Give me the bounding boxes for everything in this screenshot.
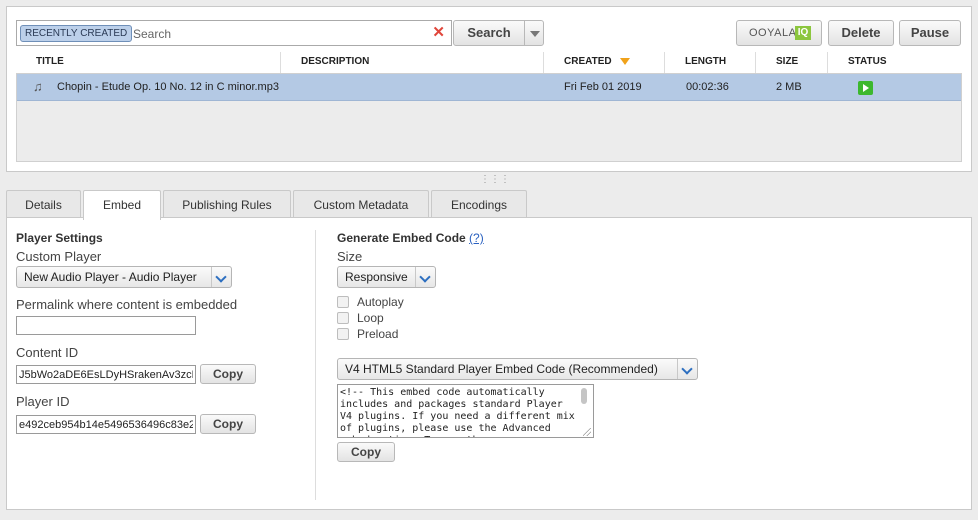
table-header: TITLE DESCRIPTION CREATED LENGTH SIZE ST… bbox=[16, 52, 962, 73]
panel-resize-handle[interactable]: ⋮⋮⋮ bbox=[480, 175, 510, 185]
help-link[interactable]: (?) bbox=[469, 231, 484, 245]
embed-panel: Player Settings Custom Player New Audio … bbox=[6, 217, 972, 510]
autoplay-label: Autoplay bbox=[357, 295, 404, 309]
search-button[interactable]: Search bbox=[453, 20, 525, 46]
loop-checkbox[interactable] bbox=[337, 312, 349, 324]
table-body: ♫ Chopin - Etude Op. 10 No. 12 in C mino… bbox=[16, 73, 962, 162]
column-header-size[interactable]: SIZE bbox=[756, 52, 828, 73]
chevron-down-icon bbox=[211, 267, 231, 287]
ooyala-iq-button[interactable]: OOYALA IQ bbox=[736, 20, 822, 46]
custom-player-select[interactable]: New Audio Player - Audio Player bbox=[16, 266, 232, 288]
column-divider bbox=[315, 230, 316, 500]
size-select[interactable]: Responsive bbox=[337, 266, 436, 288]
content-id-label: Content ID bbox=[16, 345, 79, 360]
embed-code-type-select[interactable]: V4 HTML5 Standard Player Embed Code (Rec… bbox=[337, 358, 698, 380]
search-options-dropdown-button[interactable] bbox=[524, 20, 544, 46]
column-header-created[interactable]: CREATED bbox=[544, 52, 665, 73]
copy-player-id-button[interactable]: Copy bbox=[200, 414, 256, 434]
copy-embed-code-button[interactable]: Copy bbox=[337, 442, 395, 462]
iq-badge: IQ bbox=[795, 26, 811, 40]
audio-file-icon: ♫ bbox=[33, 79, 43, 94]
column-header-created-label: CREATED bbox=[564, 56, 612, 67]
embed-code-scrollbar[interactable] bbox=[581, 388, 587, 404]
autoplay-checkbox[interactable] bbox=[337, 296, 349, 308]
custom-player-label: Custom Player bbox=[16, 249, 102, 264]
row-length: 00:02:36 bbox=[686, 81, 729, 93]
content-id-field[interactable] bbox=[16, 365, 196, 384]
player-id-label: Player ID bbox=[16, 394, 70, 409]
generate-embed-code-heading-text: Generate Embed Code bbox=[337, 231, 466, 245]
generate-embed-code-heading: Generate Embed Code (?) bbox=[337, 231, 484, 245]
permalink-input[interactable] bbox=[16, 316, 196, 335]
copy-content-id-button[interactable]: Copy bbox=[200, 364, 256, 384]
delete-button[interactable]: Delete bbox=[828, 20, 894, 46]
custom-player-selected-value: New Audio Player - Audio Player bbox=[24, 270, 197, 284]
search-box[interactable]: RECENTLY CREATED ✕ bbox=[16, 20, 452, 46]
tab-custom-metadata[interactable]: Custom Metadata bbox=[293, 190, 429, 218]
chevron-down-icon bbox=[677, 359, 697, 379]
tab-publishing-rules[interactable]: Publishing Rules bbox=[163, 190, 291, 218]
row-description bbox=[302, 74, 542, 101]
asset-table: TITLE DESCRIPTION CREATED LENGTH SIZE ST… bbox=[16, 52, 962, 162]
preload-label: Preload bbox=[357, 327, 399, 341]
table-row[interactable]: ♫ Chopin - Etude Op. 10 No. 12 in C mino… bbox=[17, 74, 961, 101]
row-title: Chopin - Etude Op. 10 No. 12 in C minor.… bbox=[57, 81, 279, 93]
status-play-icon[interactable] bbox=[858, 81, 873, 95]
row-created: Fri Feb 01 2019 bbox=[564, 81, 642, 93]
column-header-title[interactable]: TITLE bbox=[16, 52, 281, 73]
size-label: Size bbox=[337, 249, 363, 264]
chevron-down-icon bbox=[415, 267, 435, 287]
search-filter-tag[interactable]: RECENTLY CREATED bbox=[20, 25, 133, 42]
tab-embed[interactable]: Embed bbox=[83, 190, 161, 220]
sort-descending-icon bbox=[619, 57, 630, 65]
embed-code-textarea[interactable] bbox=[337, 384, 594, 438]
loop-label: Loop bbox=[357, 311, 384, 325]
column-header-description[interactable]: DESCRIPTION bbox=[281, 52, 544, 73]
preload-checkbox[interactable] bbox=[337, 328, 349, 340]
tab-details[interactable]: Details bbox=[6, 190, 81, 218]
textarea-resize-handle[interactable] bbox=[583, 428, 591, 436]
row-size: 2 MB bbox=[776, 81, 802, 93]
pause-button[interactable]: Pause bbox=[899, 20, 961, 46]
player-settings-heading: Player Settings bbox=[16, 231, 103, 245]
player-id-field[interactable] bbox=[16, 415, 196, 434]
tab-encodings[interactable]: Encodings bbox=[431, 190, 527, 218]
permalink-label: Permalink where content is embedded bbox=[16, 297, 238, 312]
column-header-status[interactable]: STATUS bbox=[828, 52, 962, 73]
column-header-length[interactable]: LENGTH bbox=[665, 52, 756, 73]
asset-list-panel: RECENTLY CREATED ✕ Search OOYALA IQ Dele… bbox=[6, 6, 972, 172]
size-selected-value: Responsive bbox=[345, 270, 408, 284]
embed-code-type-selected-value: V4 HTML5 Standard Player Embed Code (Rec… bbox=[345, 362, 658, 376]
clear-search-icon[interactable]: ✕ bbox=[432, 24, 445, 42]
search-input[interactable] bbox=[133, 24, 423, 43]
ooyala-logo-text: OOYALA bbox=[749, 27, 797, 39]
